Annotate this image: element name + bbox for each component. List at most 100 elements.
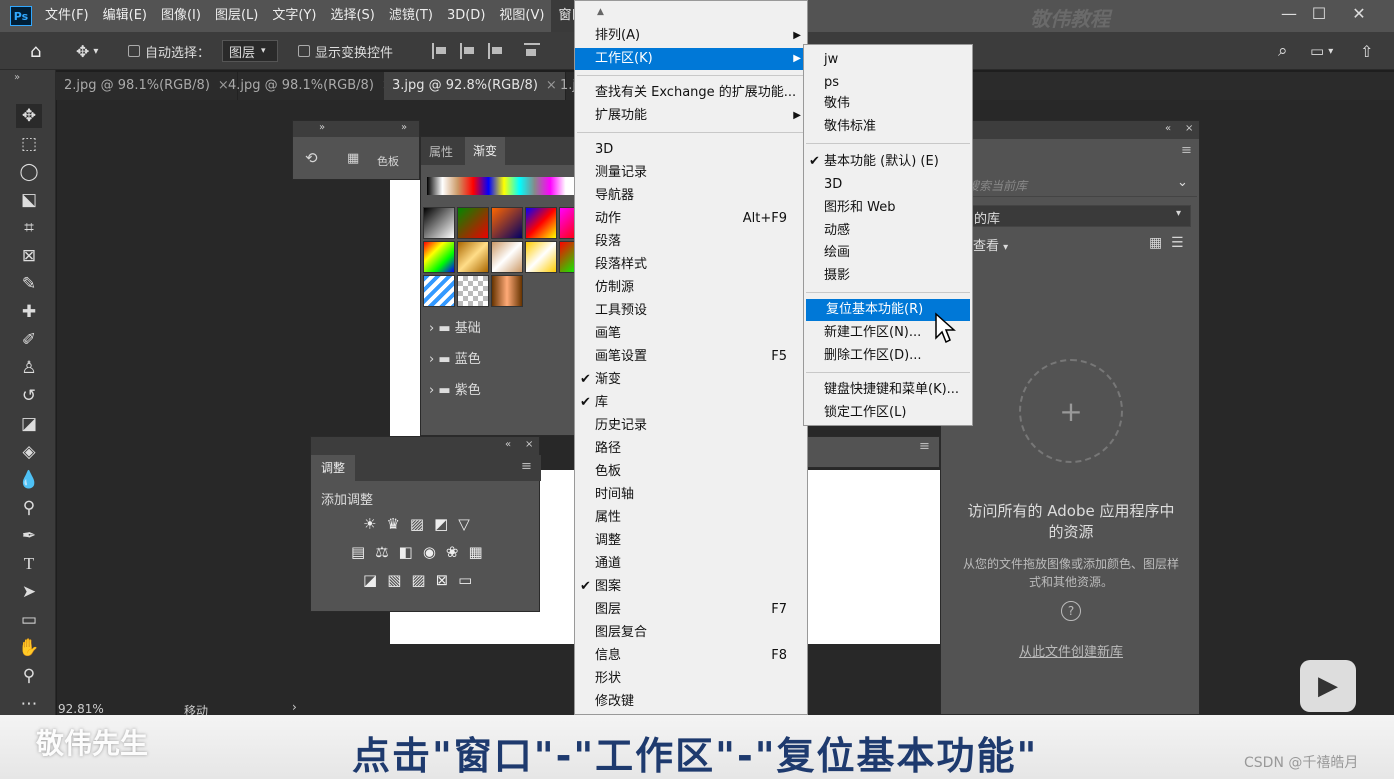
workspace-motion[interactable]: 动感	[804, 220, 972, 242]
share-icon[interactable]: ⇧	[1360, 40, 1373, 62]
workspace-jingwei[interactable]: 敬伟	[804, 93, 972, 115]
menu-filter[interactable]: 滤镜(T)	[382, 0, 440, 32]
menu-item-navigator[interactable]: 导航器	[575, 185, 807, 207]
panel-menu-icon[interactable]: ≡	[521, 459, 532, 474]
view-dropdown[interactable]: 查看 ▾	[973, 235, 1008, 254]
menu-item-paragraph[interactable]: 段落	[575, 231, 807, 253]
curves-icon[interactable]: ▨	[410, 515, 424, 533]
menu-item-exchange[interactable]: 查找有关 Exchange 的扩展功能...	[575, 82, 807, 104]
menu-layer[interactable]: 图层(L)	[208, 0, 265, 32]
workspace-ps[interactable]: ps	[804, 72, 972, 94]
home-icon[interactable]: ⌂	[30, 40, 41, 62]
tab-properties[interactable]: 属性	[429, 143, 453, 160]
channel-mixer-icon[interactable]: ❀	[446, 543, 459, 561]
stamp-tool-icon[interactable]: ♙	[16, 356, 42, 380]
align-left-icon[interactable]	[432, 43, 448, 59]
gradient-swatch[interactable]	[457, 207, 489, 239]
menu-item-paragraph-styles[interactable]: 段落样式	[575, 254, 807, 276]
close-icon[interactable]: ×	[525, 439, 533, 450]
gradient-swatch[interactable]	[491, 241, 523, 273]
workspace-painting[interactable]: 绘画	[804, 242, 972, 264]
more-tools-icon[interactable]: ⋯	[16, 692, 42, 716]
gradient-swatch[interactable]	[457, 275, 489, 307]
menu-item-modifier-keys[interactable]: 修改键	[575, 691, 807, 713]
help-icon[interactable]: ?	[1061, 601, 1081, 621]
path-select-tool-icon[interactable]: ➤	[16, 580, 42, 604]
eraser-tool-icon[interactable]: ◪	[16, 412, 42, 436]
menu-file[interactable]: 文件(F)	[38, 0, 96, 32]
menu-item-actions[interactable]: 动作 Alt+F9	[575, 208, 807, 230]
minimize-button[interactable]: —	[1272, 0, 1306, 26]
auto-select-checkbox[interactable]: 自动选择：	[128, 40, 210, 62]
collapse-icon[interactable]: «	[1165, 123, 1171, 134]
doc-tab-3[interactable]: 3.jpg @ 92.8%(RGB/8) ×	[384, 72, 566, 100]
vibrance-icon[interactable]: ▽	[458, 515, 470, 533]
menu-item-brushes[interactable]: 画笔	[575, 323, 807, 345]
workspace-icon[interactable]: ▭ ▾	[1310, 40, 1333, 62]
list-view-icon[interactable]: ☰	[1171, 235, 1184, 251]
eyedropper-tool-icon[interactable]: ✎	[16, 272, 42, 296]
menu-item-arrange[interactable]: 排列(A) ▶	[575, 25, 807, 47]
menu-item-libraries[interactable]: ✔ 库	[575, 392, 807, 414]
photo-filter-icon[interactable]: ◉	[423, 543, 436, 561]
lock-workspace-item[interactable]: 锁定工作区(L)	[804, 402, 972, 424]
doc-tab-2[interactable]: 2.jpg @ 98.1%(RGB/8) ×	[56, 72, 238, 100]
menu-item-history[interactable]: 历史记录	[575, 415, 807, 437]
gradient-swatch[interactable]	[491, 207, 523, 239]
menu-3d[interactable]: 3D(D)	[440, 0, 492, 32]
brush-tool-icon[interactable]: ✐	[16, 328, 42, 352]
menu-item-shapes[interactable]: 形状	[575, 668, 807, 690]
color-balance-icon[interactable]: ⚖	[375, 543, 388, 561]
menu-item-gradients[interactable]: ✔ 渐变	[575, 369, 807, 391]
threshold-icon[interactable]: ▨	[411, 571, 425, 589]
workspace-jingwei-standard[interactable]: 敬伟标准	[804, 116, 972, 138]
align-top-icon[interactable]	[524, 43, 540, 59]
gradient-swatch[interactable]	[423, 241, 455, 273]
gradient-map-icon[interactable]: ▭	[458, 571, 472, 589]
object-select-tool-icon[interactable]: ⬕	[16, 188, 42, 212]
workspace-graphic-web[interactable]: 图形和 Web	[804, 197, 972, 219]
menu-item-properties[interactable]: 属性	[575, 507, 807, 529]
layer-select-dropdown[interactable]: 图层 ▾	[222, 40, 278, 62]
move-tool-icon[interactable]: ✥	[16, 104, 42, 128]
pen-tool-icon[interactable]: ✒	[16, 524, 42, 548]
collapse-icon[interactable]: »	[319, 122, 325, 133]
collapse-icon[interactable]: «	[505, 439, 511, 450]
menu-select[interactable]: 选择(S)	[323, 0, 381, 32]
menu-view[interactable]: 视图(V)	[492, 0, 551, 32]
gradient-strip[interactable]	[427, 177, 581, 195]
gradient-swatch[interactable]	[423, 207, 455, 239]
marquee-tool-icon[interactable]: ⬚	[16, 132, 42, 156]
menu-item-patterns[interactable]: ✔ 图案	[575, 576, 807, 598]
menu-item-timeline[interactable]: 时间轴	[575, 484, 807, 506]
panel-menu-icon[interactable]: ≡	[1181, 143, 1192, 158]
posterize-icon[interactable]: ▧	[387, 571, 401, 589]
brightness-icon[interactable]: ☀	[363, 515, 376, 533]
tab-adjustments[interactable]: 调整	[311, 455, 356, 481]
history-panel-icon[interactable]: ⟲	[305, 149, 318, 167]
collapse-icon[interactable]: »	[401, 122, 407, 133]
gradient-swatch[interactable]	[423, 275, 455, 307]
type-tool-icon[interactable]: T	[16, 552, 42, 576]
chevron-right-icon[interactable]: ›	[292, 700, 297, 714]
keyboard-shortcuts-item[interactable]: 键盘快捷键和菜单(K)...	[804, 379, 972, 401]
menu-item-measurement[interactable]: 测量记录	[575, 162, 807, 184]
workspace-jw[interactable]: jw	[804, 49, 972, 71]
rectangle-tool-icon[interactable]: ▭	[16, 608, 42, 632]
align-center-icon[interactable]	[460, 43, 476, 59]
menu-item-workspace[interactable]: 工作区(K) ▶	[575, 48, 807, 70]
gradient-swatch[interactable]	[525, 207, 557, 239]
menu-type[interactable]: 文字(Y)	[265, 0, 323, 32]
move-tool-icon[interactable]: ✥ ▾	[76, 40, 98, 62]
folder-item[interactable]: › ▬ 蓝色	[429, 348, 481, 367]
black-white-icon[interactable]: ◧	[399, 543, 413, 561]
workspace-3d[interactable]: 3D	[804, 174, 972, 196]
search-field[interactable]: 搜索当前库 ⌄	[941, 173, 1197, 197]
menu-item-info[interactable]: 信息 F8	[575, 645, 807, 667]
show-transform-checkbox[interactable]: 显示变换控件	[298, 40, 393, 62]
menu-item-adjustments[interactable]: 调整	[575, 530, 807, 552]
menu-item-tool-presets[interactable]: 工具预设	[575, 300, 807, 322]
frame-tool-icon[interactable]: ⊠	[16, 244, 42, 268]
close-window-button[interactable]: ✕	[1342, 0, 1376, 26]
maximize-button[interactable]: ☐	[1302, 0, 1336, 26]
